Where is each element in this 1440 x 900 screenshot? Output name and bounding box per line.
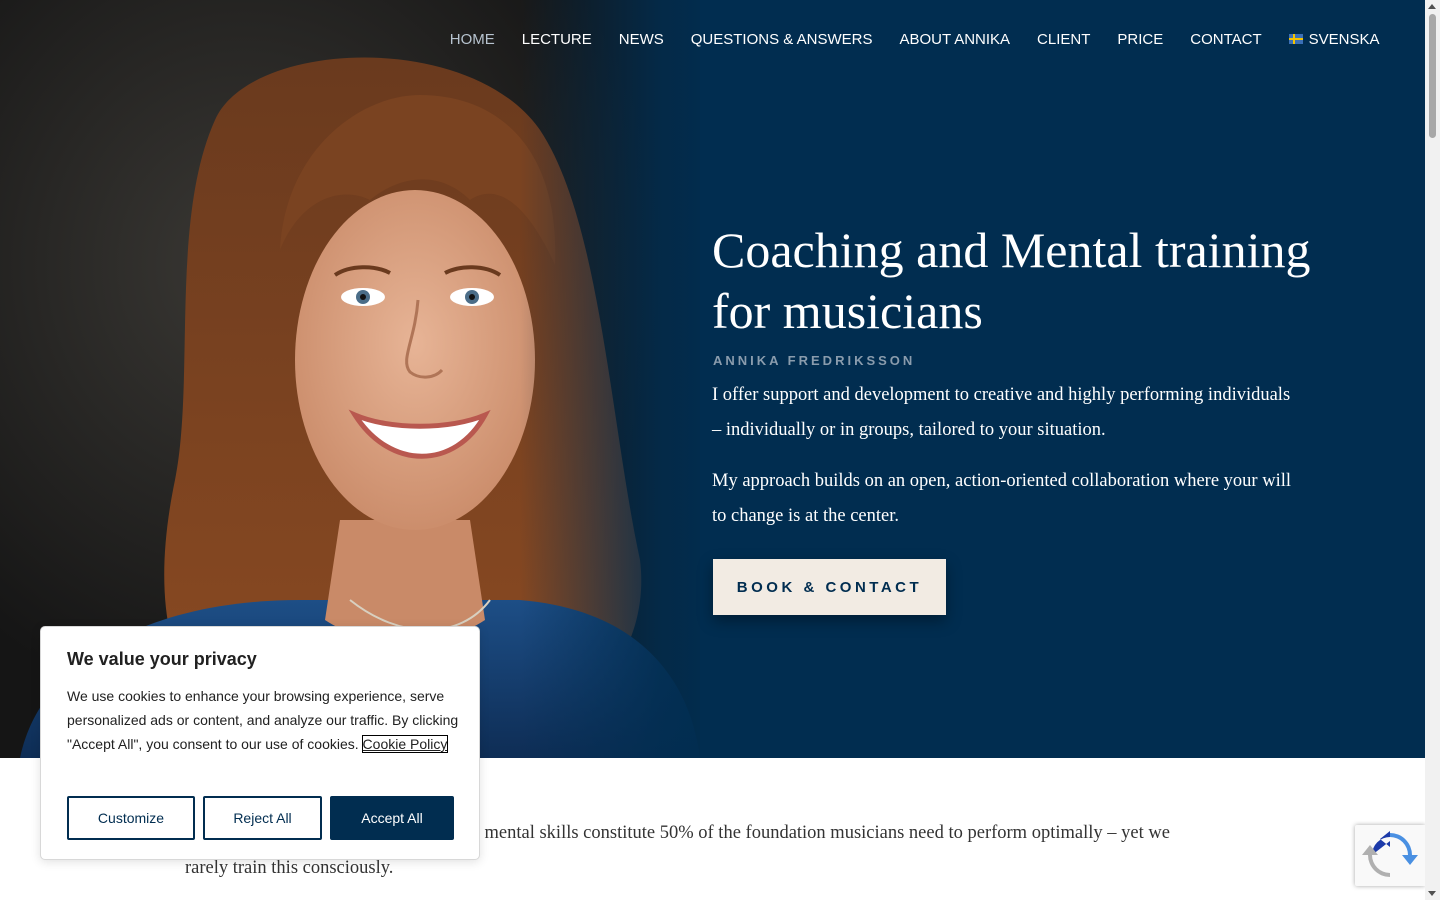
hero-paragraph-2: My approach builds on an open, action-or… xyxy=(712,471,1291,526)
recaptcha-badge[interactable] xyxy=(1355,825,1425,886)
cookie-reject-all-button[interactable]: Reject All xyxy=(203,796,322,840)
cookie-customize-button[interactable]: Customize xyxy=(67,796,195,840)
hero-title: Coaching and Mental training for musicia… xyxy=(712,222,1311,339)
recaptcha-icon xyxy=(1362,831,1418,877)
nav-contact[interactable]: CONTACT xyxy=(1177,30,1275,50)
hero-subtitle-name: ANNIKA FREDRIKSSON xyxy=(713,353,916,368)
nav-price[interactable]: PRICE xyxy=(1104,30,1177,50)
cookie-policy-link[interactable]: Cookie Policy xyxy=(361,735,449,753)
photo-gradient-overlay xyxy=(520,0,720,758)
scroll-up-arrow-icon[interactable] xyxy=(1428,4,1436,9)
book-contact-button[interactable]: BOOK & CONTACT xyxy=(713,559,946,615)
cookie-consent-banner: We value your privacy We use cookies to … xyxy=(40,626,480,860)
scrollbar-thumb[interactable] xyxy=(1429,14,1436,138)
nav-news[interactable]: NEWS xyxy=(605,30,677,50)
nav-language-switch[interactable]: SVENSKA xyxy=(1275,30,1393,50)
nav-home[interactable]: HOME xyxy=(436,30,508,50)
scroll-down-arrow-icon[interactable] xyxy=(1428,891,1436,896)
main-navigation: HOME LECTURE NEWS QUESTIONS & ANSWERS AB… xyxy=(436,30,1393,50)
nav-questions-answers[interactable]: QUESTIONS & ANSWERS xyxy=(677,30,886,50)
nav-lecture[interactable]: LECTURE xyxy=(508,30,605,50)
cookie-banner-title: We value your privacy xyxy=(67,649,257,669)
swedish-flag-icon xyxy=(1288,34,1303,44)
hero-paragraph-1: I offer support and development to creat… xyxy=(712,385,1291,440)
nav-about-annika[interactable]: ABOUT ANNIKA xyxy=(886,30,1024,50)
nav-client[interactable]: CLIENT xyxy=(1024,30,1104,50)
cookie-accept-all-button[interactable]: Accept All xyxy=(330,796,454,840)
page-scrollbar[interactable] xyxy=(1425,0,1440,900)
language-label: SVENSKA xyxy=(1308,31,1380,48)
cookie-banner-text: We use cookies to enhance your browsing … xyxy=(67,684,462,756)
